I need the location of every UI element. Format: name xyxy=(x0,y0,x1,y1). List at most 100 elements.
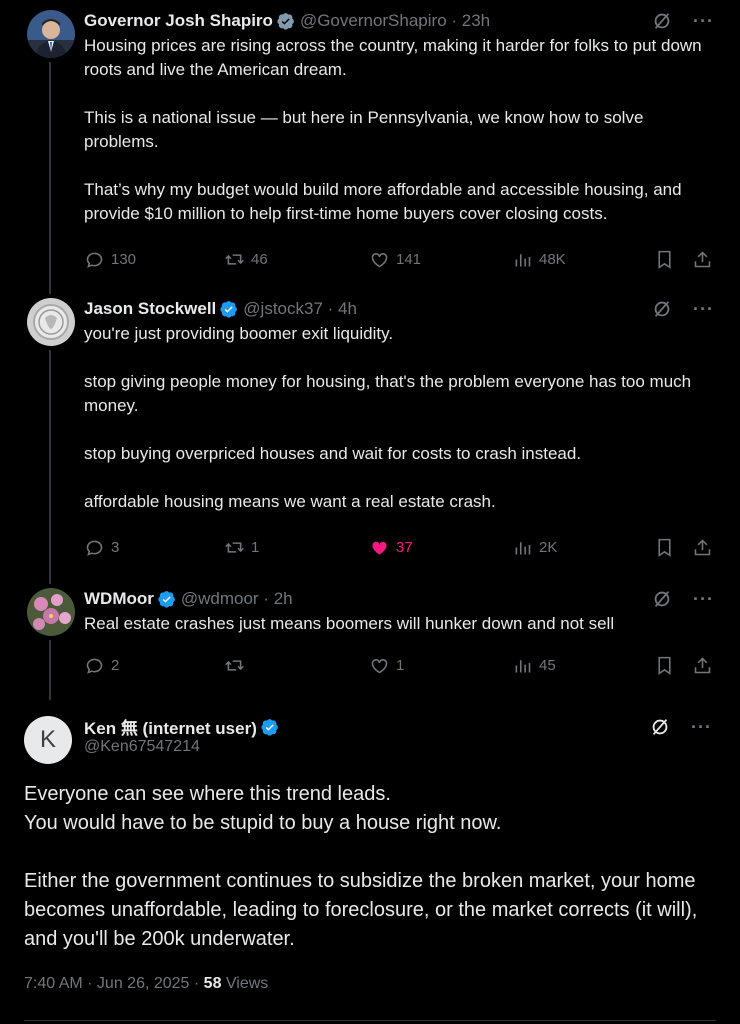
views-icon xyxy=(515,659,531,672)
more-options-icon[interactable]: ··· xyxy=(693,300,714,318)
tweet-meta: 7:40 AM · Jun 26, 2025 · 58 Views xyxy=(24,975,268,993)
bookmark-icon xyxy=(658,250,671,269)
avatar[interactable] xyxy=(27,10,75,58)
verified-badge-icon xyxy=(158,591,175,608)
focused-tweet: K Ken 無 (internet user) @Ken67547214 ···… xyxy=(0,700,740,1024)
tweet-paragraph: Real estate crashes just means boomers w… xyxy=(84,614,615,633)
bookmark-button[interactable] xyxy=(654,653,675,677)
repost-button[interactable]: 1 xyxy=(224,535,259,559)
reply-button[interactable]: 3 xyxy=(84,535,119,559)
tweet-text: Everyone can see where this trend leads.… xyxy=(24,780,704,983)
share-icon xyxy=(694,656,711,673)
heart-icon xyxy=(371,252,388,267)
more-options-icon[interactable]: ··· xyxy=(693,590,714,608)
views-button[interactable]: 2K xyxy=(512,535,557,559)
repost-button[interactable]: 46 xyxy=(224,247,268,271)
repost-icon xyxy=(225,253,244,265)
author-name[interactable]: Ken 無 (internet user) xyxy=(84,714,257,739)
bookmark-icon xyxy=(658,538,671,557)
repost-icon xyxy=(225,541,244,553)
author-handle[interactable]: @jstock37 · 4h xyxy=(243,298,357,320)
views-icon xyxy=(515,541,531,554)
tweet-text: Housing prices are rising across the cou… xyxy=(84,34,714,226)
tweet-line: You would have to be stupid to buy a hou… xyxy=(24,812,502,834)
heart-icon xyxy=(371,658,388,673)
more-options-icon[interactable]: ··· xyxy=(691,718,712,736)
tweet-paragraph: This is a national issue — but here in P… xyxy=(84,108,644,151)
reply-icon xyxy=(86,252,103,268)
bookmark-button[interactable] xyxy=(654,535,675,559)
tweet-paragraph: stop buying overpriced houses and wait f… xyxy=(84,444,582,463)
views-button[interactable]: 48K xyxy=(512,247,566,271)
repost-icon xyxy=(225,659,244,671)
bookmark-icon xyxy=(658,656,671,675)
tweet-line: Everyone can see where this trend leads. xyxy=(24,783,391,805)
tweet-text: you're just providing boomer exit liquid… xyxy=(84,322,714,514)
avatar[interactable] xyxy=(27,588,75,636)
author-name[interactable]: Jason Stockwell xyxy=(84,298,216,320)
tweet-paragraph: you're just providing boomer exit liquid… xyxy=(84,324,394,343)
tweet-wdmoor[interactable]: WDMoor @wdmoor · 2h ··· Real estate cras… xyxy=(0,578,740,690)
author-name-row[interactable]: Ken 無 (internet user) xyxy=(84,714,279,739)
grok-icon[interactable] xyxy=(651,298,673,320)
tweet-text: Real estate crashes just means boomers w… xyxy=(84,612,714,636)
reply-count: 130 xyxy=(111,250,137,268)
share-icon xyxy=(694,538,711,555)
share-button[interactable] xyxy=(692,247,713,271)
verified-badge-icon xyxy=(277,13,294,30)
like-button[interactable]: 1 xyxy=(369,653,404,677)
author-name[interactable]: WDMoor xyxy=(84,588,154,610)
grok-icon[interactable] xyxy=(651,588,673,610)
divider xyxy=(24,1020,716,1021)
author-handle[interactable]: @Ken67547214 xyxy=(84,738,200,756)
author-handle[interactable]: @GovernorShapiro · 23h xyxy=(300,10,490,32)
verified-badge-icon xyxy=(261,718,278,736)
grok-icon[interactable] xyxy=(649,716,671,738)
tweet-paragraph: Either the government continues to subsi… xyxy=(24,870,698,950)
author-handle[interactable]: @wdmoor · 2h xyxy=(181,588,293,610)
avatar[interactable]: K xyxy=(24,716,72,764)
heart-filled-icon xyxy=(372,541,387,554)
reply-count: 3 xyxy=(111,538,120,556)
action-bar: 3 1 37 2K xyxy=(84,535,714,559)
like-button[interactable]: 141 xyxy=(369,247,421,271)
reply-icon xyxy=(86,658,103,674)
timestamp[interactable]: 7:40 AM · Jun 26, 2025 · xyxy=(24,975,204,992)
author-name[interactable]: Governor Josh Shapiro xyxy=(84,10,273,32)
share-icon xyxy=(694,250,711,267)
repost-button[interactable] xyxy=(224,653,251,677)
like-count: 1 xyxy=(396,656,405,674)
repost-count: 1 xyxy=(251,538,260,556)
avatar[interactable] xyxy=(27,298,75,346)
views-label: Views xyxy=(221,975,269,992)
verified-badge-icon xyxy=(220,301,238,318)
like-button[interactable]: 37 xyxy=(369,535,413,559)
like-count: 37 xyxy=(396,538,413,556)
tweet-paragraph: Everyone can see where this trend leads.… xyxy=(24,780,704,838)
tweet-shapiro[interactable]: Governor Josh Shapiro @GovernorShapiro ·… xyxy=(0,0,740,290)
views-count: 2K xyxy=(539,538,558,556)
bookmark-button[interactable] xyxy=(654,247,675,271)
repost-count: 46 xyxy=(251,250,268,268)
views-count: 58 xyxy=(203,975,222,992)
tweet-paragraph: That’s why my budget would build more af… xyxy=(84,180,682,223)
share-button[interactable] xyxy=(692,535,713,559)
more-options-icon[interactable]: ··· xyxy=(693,12,714,30)
views-count: 48K xyxy=(539,250,566,268)
views-count: 45 xyxy=(539,656,556,674)
tweet-paragraph: affordable housing means we want a real … xyxy=(84,492,496,511)
views-button[interactable]: 45 xyxy=(512,653,556,677)
reply-button[interactable]: 130 xyxy=(84,247,136,271)
reply-icon xyxy=(86,540,103,556)
action-bar: 2 1 45 xyxy=(84,653,714,677)
action-bar: 130 46 141 48K xyxy=(84,247,714,271)
share-button[interactable] xyxy=(692,653,713,677)
tweet-paragraph: stop giving people money for housing, th… xyxy=(84,372,692,415)
reply-count: 2 xyxy=(111,656,120,674)
like-count: 141 xyxy=(396,250,422,268)
reply-button[interactable]: 2 xyxy=(84,653,119,677)
grok-icon[interactable] xyxy=(651,10,673,32)
views-icon xyxy=(515,253,531,266)
tweet-paragraph: Housing prices are rising across the cou… xyxy=(84,36,702,79)
tweet-stockwell[interactable]: Jason Stockwell @jstock37 · 4h ··· you'r… xyxy=(0,288,740,578)
